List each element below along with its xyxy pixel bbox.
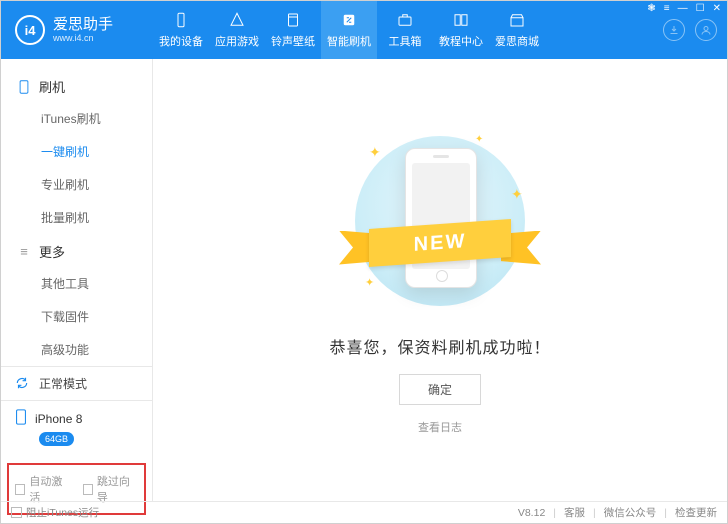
tab-tutorial[interactable]: 教程中心 <box>433 1 489 59</box>
checkbox-block-itunes[interactable]: 阻止iTunes运行 <box>11 505 99 520</box>
sidebar-item-oneclick[interactable]: 一键刷机 <box>1 135 152 168</box>
ring-icon <box>283 11 303 29</box>
device-name: iPhone 8 <box>35 412 82 426</box>
status-bar: 阻止iTunes运行 V8.12 | 客服 | 微信公众号 | 检查更新 <box>1 501 727 523</box>
logo-block: i4 爱思助手 www.i4.cn <box>1 1 153 59</box>
tab-label: 我的设备 <box>159 33 203 49</box>
refresh-icon <box>15 376 31 392</box>
main-content: ✦ ✦ ✦ ✦ NEW 恭喜您，保资料刷机成功啦！ 确定 查看日志 <box>153 59 727 501</box>
capacity-badge: 64GB <box>39 432 74 446</box>
view-log-link[interactable]: 查看日志 <box>418 419 462 435</box>
phone-icon <box>17 80 31 94</box>
top-tabs: 我的设备 应用游戏 铃声壁纸 智能刷机 工具箱 教程中心 <box>153 1 627 59</box>
tab-ring[interactable]: 铃声壁纸 <box>265 1 321 59</box>
win-close-icon[interactable]: ✕ <box>713 3 721 14</box>
tab-label: 工具箱 <box>389 33 422 49</box>
sidebar-menu: 刷机 iTunes刷机 一键刷机 专业刷机 批量刷机 ≡ 更多 其他工具 下载固… <box>1 59 152 366</box>
checkbox-icon <box>15 484 25 495</box>
mall-icon <box>507 11 527 29</box>
window-controls: ❃ ≡ — ☐ ✕ <box>647 3 721 14</box>
mode-label: 正常模式 <box>39 375 87 392</box>
tab-apps[interactable]: 应用游戏 <box>209 1 265 59</box>
header-right: ❃ ≡ — ☐ ✕ <box>627 1 727 59</box>
version-label: V8.12 <box>518 507 545 519</box>
download-button[interactable] <box>663 19 685 41</box>
device-block[interactable]: iPhone 8 64GB <box>1 400 152 457</box>
tab-label: 铃声壁纸 <box>271 33 315 49</box>
toolbox-icon <box>395 11 415 29</box>
device-icon <box>171 11 191 29</box>
tab-label: 应用游戏 <box>215 33 259 49</box>
checkbox-label: 阻止iTunes运行 <box>26 505 99 520</box>
tab-mall[interactable]: 爱思商城 <box>489 1 545 59</box>
sidebar-group-flash: 刷机 <box>1 69 152 102</box>
app-window: i4 爱思助手 www.i4.cn 我的设备 应用游戏 铃声壁纸 智能刷机 <box>0 0 728 524</box>
separator: | <box>593 507 596 519</box>
app-name: 爱思助手 <box>53 17 113 32</box>
more-icon: ≡ <box>17 245 31 259</box>
win-menu-icon[interactable]: ≡ <box>664 3 670 14</box>
mode-status[interactable]: 正常模式 <box>1 366 152 400</box>
sidebar-item-download[interactable]: 下载固件 <box>1 300 152 333</box>
logo-text: 爱思助手 www.i4.cn <box>53 17 113 43</box>
separator: | <box>553 507 556 519</box>
group-title: 刷机 <box>39 77 65 96</box>
tab-label: 教程中心 <box>439 33 483 49</box>
group-title: 更多 <box>39 242 65 261</box>
footer-right: V8.12 | 客服 | 微信公众号 | 检查更新 <box>518 505 717 520</box>
checkbox-icon <box>83 484 93 495</box>
flash-icon <box>339 11 359 29</box>
checkbox-icon <box>11 507 22 518</box>
title-bar: i4 爱思助手 www.i4.cn 我的设备 应用游戏 铃声壁纸 智能刷机 <box>1 1 727 59</box>
ribbon-text: NEW <box>369 219 511 267</box>
user-button[interactable] <box>695 19 717 41</box>
app-url: www.i4.cn <box>53 34 113 43</box>
footer-link-support[interactable]: 客服 <box>564 505 585 520</box>
sidebar-item-advanced[interactable]: 高级功能 <box>1 333 152 366</box>
win-skin-icon[interactable]: ❃ <box>647 3 655 14</box>
sidebar-item-itunes[interactable]: iTunes刷机 <box>1 102 152 135</box>
sidebar-item-batch[interactable]: 批量刷机 <box>1 201 152 234</box>
apps-icon <box>227 11 247 29</box>
separator: | <box>664 507 667 519</box>
win-max-icon[interactable]: ☐ <box>696 3 705 14</box>
success-illustration: ✦ ✦ ✦ ✦ NEW <box>335 126 545 316</box>
device-icon <box>15 409 27 428</box>
logo-icon: i4 <box>15 15 45 45</box>
body: 刷机 iTunes刷机 一键刷机 专业刷机 批量刷机 ≡ 更多 其他工具 下载固… <box>1 59 727 501</box>
new-ribbon: NEW <box>335 221 545 265</box>
book-icon <box>451 11 471 29</box>
tab-tools[interactable]: 工具箱 <box>377 1 433 59</box>
sidebar-group-more: ≡ 更多 <box>1 234 152 267</box>
success-message: 恭喜您，保资料刷机成功啦！ <box>329 334 550 358</box>
sidebar: 刷机 iTunes刷机 一键刷机 专业刷机 批量刷机 ≡ 更多 其他工具 下载固… <box>1 59 153 501</box>
tab-label: 智能刷机 <box>327 33 371 49</box>
sidebar-item-pro[interactable]: 专业刷机 <box>1 168 152 201</box>
sidebar-item-othertool[interactable]: 其他工具 <box>1 267 152 300</box>
footer-link-update[interactable]: 检查更新 <box>675 505 717 520</box>
tab-label: 爱思商城 <box>495 33 539 49</box>
tab-device[interactable]: 我的设备 <box>153 1 209 59</box>
tab-flash[interactable]: 智能刷机 <box>321 1 377 59</box>
phone-illustration <box>405 148 477 288</box>
confirm-button[interactable]: 确定 <box>399 374 481 405</box>
footer-link-wechat[interactable]: 微信公众号 <box>604 505 657 520</box>
win-min-icon[interactable]: — <box>678 3 688 14</box>
